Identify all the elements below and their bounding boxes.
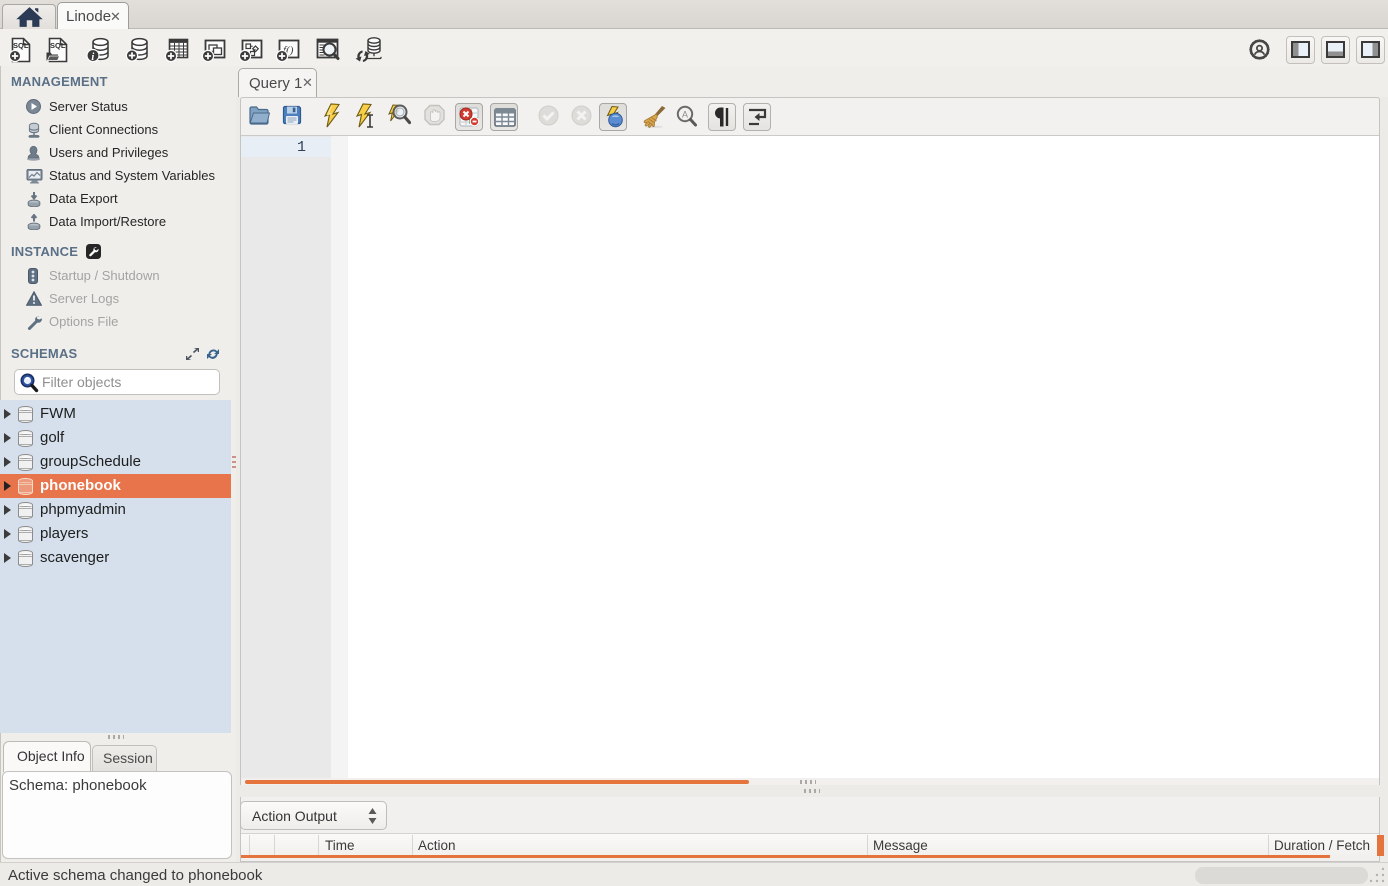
svg-text:SQL: SQL (13, 41, 29, 50)
svg-text:i: i (91, 52, 94, 63)
svg-text:SQL: SQL (50, 41, 66, 50)
svg-text:A: A (682, 110, 688, 120)
